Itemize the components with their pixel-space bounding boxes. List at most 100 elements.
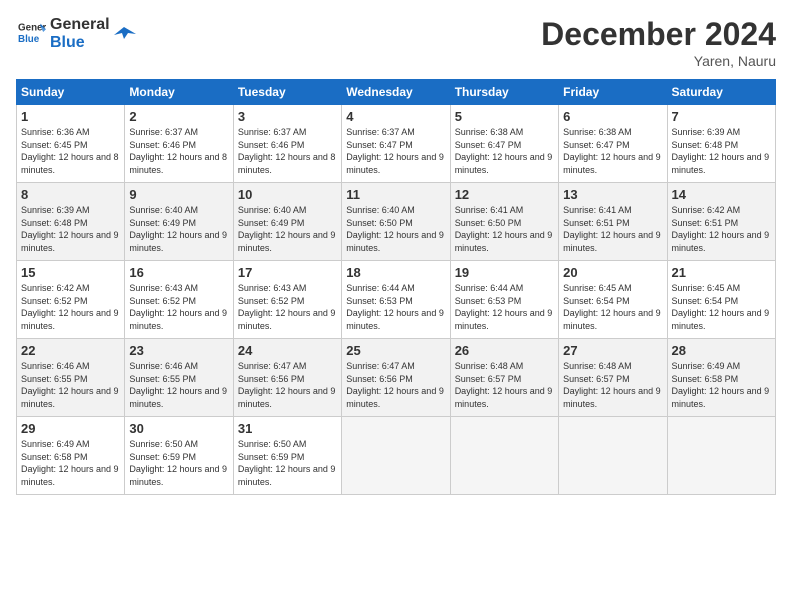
- day-number: 2: [129, 109, 228, 124]
- day-info: Sunrise: 6:42 AMSunset: 6:51 PMDaylight:…: [672, 204, 771, 254]
- calendar-week-row: 8Sunrise: 6:39 AMSunset: 6:48 PMDaylight…: [17, 183, 776, 261]
- svg-text:Blue: Blue: [18, 33, 40, 44]
- col-sunday: Sunday: [17, 80, 125, 105]
- col-saturday: Saturday: [667, 80, 775, 105]
- calendar-table: Sunday Monday Tuesday Wednesday Thursday…: [16, 79, 776, 495]
- day-info: Sunrise: 6:49 AMSunset: 6:58 PMDaylight:…: [21, 438, 120, 488]
- calendar-day-cell: 9 Sunrise: 6:40 AMSunset: 6:49 PMDaylight…: [125, 183, 233, 261]
- day-number: 5: [455, 109, 554, 124]
- calendar-day-cell: 3Sunrise: 6:37 AMSunset: 6:46 PMDaylight…: [233, 105, 341, 183]
- day-number: 20: [563, 265, 662, 280]
- calendar-day-cell: 4 Sunrise: 6:37 AMSunset: 6:47 PMDaylight…: [342, 105, 450, 183]
- calendar-day-cell: 21 Sunrise: 6:45 AMSunset: 6:54 PMDayligh…: [667, 261, 775, 339]
- calendar-day-cell: 20Sunrise: 6:45 AMSunset: 6:54 PMDayligh…: [559, 261, 667, 339]
- day-info: Sunrise: 6:46 AMSunset: 6:55 PMDaylight:…: [129, 360, 228, 410]
- day-number: 15: [21, 265, 120, 280]
- calendar-day-cell: 19 Sunrise: 6:44 AMSunset: 6:53 PMDayligh…: [450, 261, 558, 339]
- day-info: Sunrise: 6:40 AMSunset: 6:49 PMDaylight:…: [129, 204, 228, 254]
- calendar-day-cell: 10 Sunrise: 6:40 AMSunset: 6:49 PMDayligh…: [233, 183, 341, 261]
- day-info: Sunrise: 6:40 AMSunset: 6:49 PMDaylight:…: [238, 204, 337, 254]
- col-thursday: Thursday: [450, 80, 558, 105]
- calendar-day-cell: [450, 417, 558, 495]
- day-info: Sunrise: 6:45 AMSunset: 6:54 PMDaylight:…: [672, 282, 771, 332]
- day-info: Sunrise: 6:38 AMSunset: 6:47 PMDaylight:…: [455, 126, 554, 176]
- title-section: December 2024 Yaren, Nauru: [541, 16, 776, 69]
- day-number: 3: [238, 109, 337, 124]
- calendar-day-cell: 12 Sunrise: 6:41 AMSunset: 6:50 PMDayligh…: [450, 183, 558, 261]
- location: Yaren, Nauru: [541, 53, 776, 69]
- day-number: 27: [563, 343, 662, 358]
- day-number: 17: [238, 265, 337, 280]
- month-title: December 2024: [541, 16, 776, 53]
- calendar-day-cell: 22 Sunrise: 6:46 AMSunset: 6:55 PMDayligh…: [17, 339, 125, 417]
- calendar-day-cell: 26Sunrise: 6:48 AMSunset: 6:57 PMDayligh…: [450, 339, 558, 417]
- day-number: 1: [21, 109, 120, 124]
- day-number: 31: [238, 421, 337, 436]
- day-info: Sunrise: 6:40 AMSunset: 6:50 PMDaylight:…: [346, 204, 445, 254]
- day-number: 4: [346, 109, 445, 124]
- day-number: 16: [129, 265, 228, 280]
- day-info: Sunrise: 6:37 AMSunset: 6:47 PMDaylight:…: [346, 126, 445, 176]
- calendar-day-cell: 25 Sunrise: 6:47 AMSunset: 6:56 PMDayligh…: [342, 339, 450, 417]
- day-info: Sunrise: 6:39 AMSunset: 6:48 PMDaylight:…: [672, 126, 771, 176]
- calendar-week-row: 1 Sunrise: 6:36 AMSunset: 6:45 PMDaylight…: [17, 105, 776, 183]
- calendar-day-cell: 8Sunrise: 6:39 AMSunset: 6:48 PMDaylight…: [17, 183, 125, 261]
- day-number: 12: [455, 187, 554, 202]
- calendar-week-row: 22 Sunrise: 6:46 AMSunset: 6:55 PMDayligh…: [17, 339, 776, 417]
- day-number: 18: [346, 265, 445, 280]
- logo-blue: Blue: [50, 34, 110, 52]
- day-info: Sunrise: 6:50 AMSunset: 6:59 PMDaylight:…: [129, 438, 228, 488]
- day-info: Sunrise: 6:47 AMSunset: 6:56 PMDaylight:…: [346, 360, 445, 410]
- day-info: Sunrise: 6:43 AMSunset: 6:52 PMDaylight:…: [129, 282, 228, 332]
- day-number: 19: [455, 265, 554, 280]
- day-info: Sunrise: 6:48 AMSunset: 6:57 PMDaylight:…: [563, 360, 662, 410]
- day-info: Sunrise: 6:38 AMSunset: 6:47 PMDaylight:…: [563, 126, 662, 176]
- day-info: Sunrise: 6:43 AMSunset: 6:52 PMDaylight:…: [238, 282, 337, 332]
- col-wednesday: Wednesday: [342, 80, 450, 105]
- logo-general: General: [50, 16, 110, 34]
- day-number: 23: [129, 343, 228, 358]
- day-number: 6: [563, 109, 662, 124]
- calendar-day-cell: 16 Sunrise: 6:43 AMSunset: 6:52 PMDayligh…: [125, 261, 233, 339]
- calendar-page: General Blue General Blue December 2024 …: [0, 0, 792, 612]
- day-number: 29: [21, 421, 120, 436]
- day-info: Sunrise: 6:36 AMSunset: 6:45 PMDaylight:…: [21, 126, 120, 176]
- calendar-day-cell: 28 Sunrise: 6:49 AMSunset: 6:58 PMDayligh…: [667, 339, 775, 417]
- calendar-day-cell: 30 Sunrise: 6:50 AMSunset: 6:59 PMDayligh…: [125, 417, 233, 495]
- calendar-day-cell: 13Sunrise: 6:41 AMSunset: 6:51 PMDayligh…: [559, 183, 667, 261]
- calendar-day-cell: [559, 417, 667, 495]
- calendar-day-cell: 7 Sunrise: 6:39 AMSunset: 6:48 PMDaylight…: [667, 105, 775, 183]
- calendar-day-cell: 18 Sunrise: 6:44 AMSunset: 6:53 PMDayligh…: [342, 261, 450, 339]
- calendar-week-row: 15Sunrise: 6:42 AMSunset: 6:52 PMDayligh…: [17, 261, 776, 339]
- day-number: 21: [672, 265, 771, 280]
- day-info: Sunrise: 6:41 AMSunset: 6:51 PMDaylight:…: [563, 204, 662, 254]
- day-number: 9: [129, 187, 228, 202]
- day-info: Sunrise: 6:37 AMSunset: 6:46 PMDaylight:…: [129, 126, 228, 176]
- calendar-day-cell: 5 Sunrise: 6:38 AMSunset: 6:47 PMDaylight…: [450, 105, 558, 183]
- logo-bird-icon: [114, 23, 136, 45]
- calendar-day-cell: 11 Sunrise: 6:40 AMSunset: 6:50 PMDayligh…: [342, 183, 450, 261]
- day-number: 7: [672, 109, 771, 124]
- day-info: Sunrise: 6:41 AMSunset: 6:50 PMDaylight:…: [455, 204, 554, 254]
- col-monday: Monday: [125, 80, 233, 105]
- col-friday: Friday: [559, 80, 667, 105]
- day-info: Sunrise: 6:44 AMSunset: 6:53 PMDaylight:…: [346, 282, 445, 332]
- calendar-day-cell: 15Sunrise: 6:42 AMSunset: 6:52 PMDayligh…: [17, 261, 125, 339]
- col-tuesday: Tuesday: [233, 80, 341, 105]
- day-number: 14: [672, 187, 771, 202]
- calendar-day-cell: 31 Sunrise: 6:50 AMSunset: 6:59 PMDayligh…: [233, 417, 341, 495]
- day-number: 11: [346, 187, 445, 202]
- day-number: 30: [129, 421, 228, 436]
- day-number: 28: [672, 343, 771, 358]
- day-info: Sunrise: 6:44 AMSunset: 6:53 PMDaylight:…: [455, 282, 554, 332]
- day-number: 25: [346, 343, 445, 358]
- day-info: Sunrise: 6:46 AMSunset: 6:55 PMDaylight:…: [21, 360, 120, 410]
- calendar-day-cell: 1 Sunrise: 6:36 AMSunset: 6:45 PMDaylight…: [17, 105, 125, 183]
- day-number: 10: [238, 187, 337, 202]
- calendar-day-cell: [342, 417, 450, 495]
- calendar-header-row: Sunday Monday Tuesday Wednesday Thursday…: [17, 80, 776, 105]
- day-info: Sunrise: 6:49 AMSunset: 6:58 PMDaylight:…: [672, 360, 771, 410]
- calendar-day-cell: 2 Sunrise: 6:37 AMSunset: 6:46 PMDaylight…: [125, 105, 233, 183]
- day-info: Sunrise: 6:50 AMSunset: 6:59 PMDaylight:…: [238, 438, 337, 488]
- day-number: 22: [21, 343, 120, 358]
